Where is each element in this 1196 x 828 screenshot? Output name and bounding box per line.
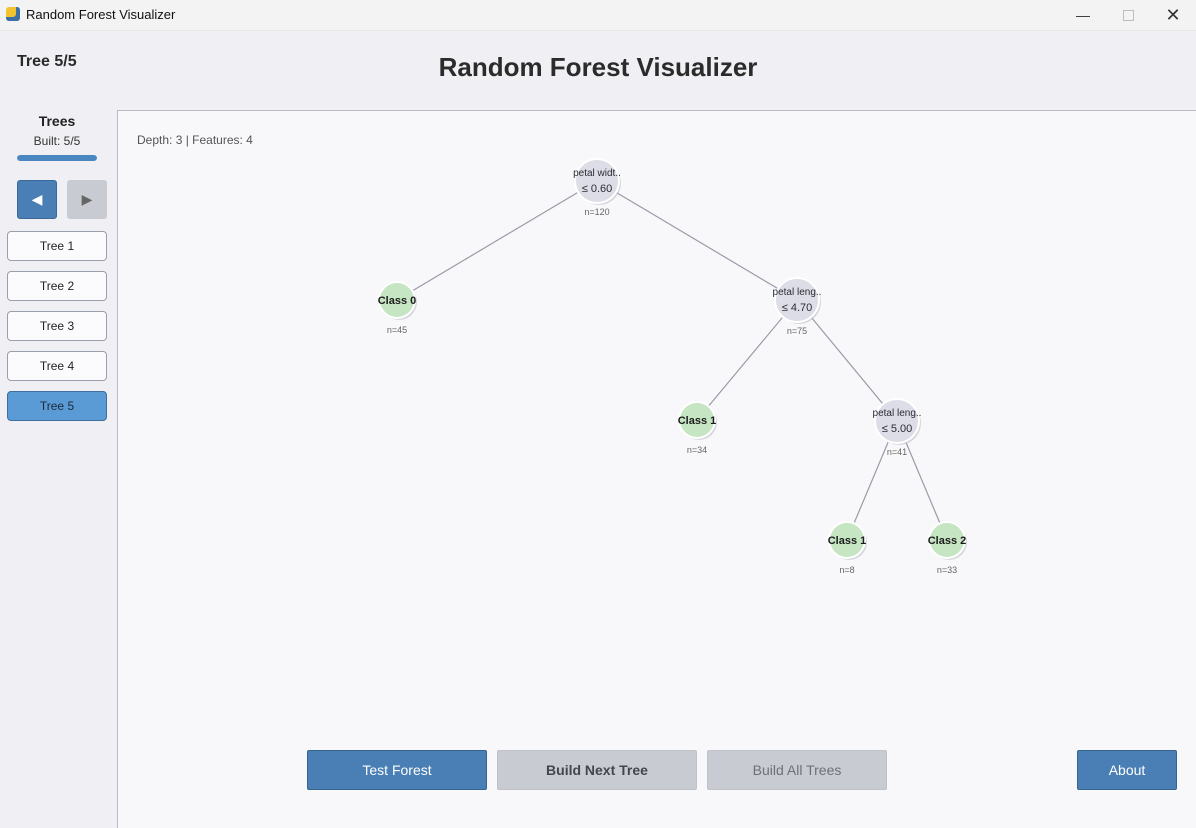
node-sample-count: n=120: [584, 207, 609, 217]
leaf-node[interactable]: Class 0 n=45: [378, 281, 417, 335]
split-node[interactable]: petal widt.. ≤ 0.60 n=120: [573, 158, 621, 217]
decision-tree-diagram: petal widt.. ≤ 0.60 n=120 Class 0 n=45 petal …: [378, 158, 967, 575]
build-all-trees-button[interactable]: Build All Trees: [707, 750, 887, 790]
tree-edge: [596, 180, 798, 301]
node-class-label: Class 0: [378, 295, 417, 307]
tree-edge: [396, 180, 598, 301]
leaf-node[interactable]: Class 1 n=8: [828, 521, 867, 575]
node-sample-count: n=45: [387, 325, 407, 335]
tree-edge: [696, 299, 798, 421]
node-circle: [874, 398, 920, 444]
node-class-label: Class 1: [678, 415, 717, 427]
node-class-label: Class 1: [828, 535, 867, 547]
node-sample-count: n=8: [839, 565, 854, 575]
node-class-label: Class 2: [928, 535, 967, 547]
split-node[interactable]: petal leng.. ≤ 4.70 n=75: [773, 277, 822, 336]
node-threshold-label: ≤ 4.70: [782, 302, 813, 314]
node-circle: [574, 158, 620, 204]
node-feature-label: petal widt..: [573, 168, 621, 179]
leaf-node[interactable]: Class 1 n=34: [678, 401, 717, 455]
build-next-tree-button[interactable]: Build Next Tree: [497, 750, 697, 790]
test-forest-button[interactable]: Test Forest: [307, 750, 487, 790]
node-threshold-label: ≤ 0.60: [582, 183, 613, 195]
node-sample-count: n=34: [687, 445, 707, 455]
node-sample-count: n=33: [937, 565, 957, 575]
node-threshold-label: ≤ 5.00: [882, 423, 913, 435]
leaf-node[interactable]: Class 2 n=33: [928, 521, 967, 575]
node-feature-label: petal leng..: [873, 408, 922, 419]
split-node[interactable]: petal leng.. ≤ 5.00 n=41: [873, 398, 922, 457]
about-button[interactable]: About: [1077, 750, 1177, 790]
node-sample-count: n=75: [787, 326, 807, 336]
node-feature-label: petal leng..: [773, 287, 822, 298]
node-circle: [774, 277, 820, 323]
node-sample-count: n=41: [887, 447, 907, 457]
